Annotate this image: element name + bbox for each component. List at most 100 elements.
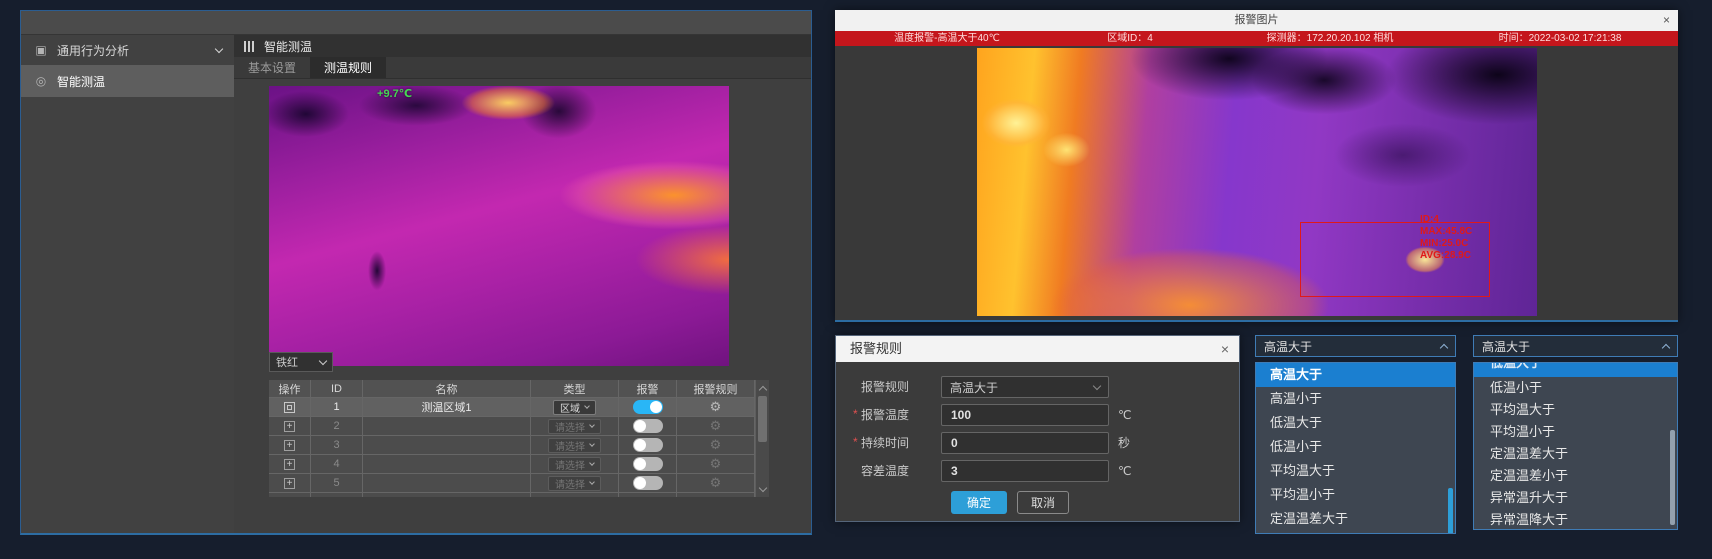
dropdown-option[interactable]: 平均温大于 — [1256, 459, 1455, 483]
alarm-toggle[interactable] — [633, 419, 663, 433]
add-region-icon[interactable]: + — [284, 478, 295, 489]
dropdown-option[interactable]: 平均温大于 — [1474, 399, 1677, 421]
chevron-down-icon — [589, 422, 595, 428]
scroll-down-icon[interactable] — [759, 484, 767, 492]
type-select[interactable]: 区域 — [553, 400, 596, 415]
dropdown-option[interactable]: 平均温小于 — [1256, 483, 1455, 507]
confirm-button[interactable]: 确定 — [951, 491, 1007, 514]
tab-basic-settings[interactable]: 基本设置 — [234, 57, 310, 78]
grid-icon: ▣ — [33, 43, 49, 57]
scrollbar-thumb[interactable] — [1448, 488, 1453, 534]
dropdown-option[interactable]: 定温温差小于 — [1256, 531, 1455, 534]
main-content: 智能测温 基本设置 测温规则 +9.7℃ 铁红 操作 ID — [234, 35, 811, 533]
temp-unit: ℃ — [1118, 404, 1131, 426]
window-toolbar — [21, 11, 811, 35]
col-header-rule: 报警规则 — [677, 380, 755, 398]
dropdown-menu: 低温大于 低温小于 平均温大于 平均温小于 定温温差大于 定温温差小于 异常温升… — [1473, 362, 1678, 530]
sidebar-group-behavior-analysis[interactable]: ▣ 通用行为分析 — [21, 35, 234, 65]
chevron-down-icon — [215, 44, 223, 52]
tolerance-input[interactable] — [941, 460, 1109, 482]
table-scrollbar[interactable] — [755, 380, 769, 497]
tab-thermometry-rules[interactable]: 测温规则 — [310, 57, 386, 78]
col-header-id: ID — [311, 380, 363, 398]
table-header-row: 操作 ID 名称 类型 报警 报警规则 — [269, 380, 755, 398]
banner-alarm-type: 温度报警-高温大于40℃ — [894, 31, 1000, 46]
chevron-down-icon — [584, 403, 590, 409]
alarm-toggle[interactable] — [633, 476, 663, 490]
thermal-preview-image: +9.7℃ — [269, 86, 729, 366]
cancel-button[interactable]: 取消 — [1017, 491, 1069, 514]
gear-icon[interactable]: ⚙ — [710, 418, 722, 434]
alarm-thermal-image: ID:4 MAX:45.8C MIN:25.0C AVG:28.9C — [977, 48, 1537, 316]
alarm-temperature-input[interactable] — [941, 404, 1109, 426]
content-header: 智能测温 — [234, 35, 811, 57]
dropdown-option[interactable]: 高温大于 — [1256, 363, 1455, 387]
scroll-up-icon[interactable] — [759, 386, 767, 394]
chevron-down-icon — [1093, 381, 1101, 389]
gear-icon[interactable]: ⚙ — [710, 456, 722, 472]
close-icon[interactable]: × — [1221, 336, 1229, 362]
sidebar: ▣ 通用行为分析 ◎ 智能测温 — [21, 35, 234, 533]
type-select[interactable]: 请选择 — [548, 438, 601, 453]
dropdown-option[interactable]: 平均温小于 — [1474, 421, 1677, 443]
required-mark: * — [853, 407, 858, 421]
scrollbar-thumb[interactable] — [1670, 430, 1675, 525]
dropdown-option[interactable]: 低温小于 — [1256, 435, 1455, 459]
content-title: 智能测温 — [264, 38, 312, 55]
dropdown-option-partial[interactable]: 低温大于 — [1474, 363, 1677, 377]
dropdown-header[interactable]: 高温大于 — [1473, 335, 1678, 357]
sidebar-item-smart-thermometry[interactable]: ◎ 智能测温 — [21, 65, 234, 97]
alarm-rule-dialog: 报警规则 × 报警规则 高温大于 * 报警温度 ℃ * 持续时间 秒 容差温度 … — [835, 335, 1240, 522]
temp-label: 报警温度 — [861, 404, 909, 426]
add-region-icon[interactable]: + — [284, 440, 295, 451]
roi-avg: AVG:28.9C — [1420, 250, 1472, 262]
left-app-window: ▣ 通用行为分析 ◎ 智能测温 智能测温 基本设置 测温规则 +9.7℃ — [20, 10, 812, 535]
dropdown-value: 高温大于 — [1482, 338, 1530, 355]
duration-input[interactable] — [941, 432, 1109, 454]
roi-id: ID:4 — [1420, 214, 1472, 226]
add-region-icon[interactable]: + — [284, 421, 295, 432]
dropdown-option[interactable]: 低温小于 — [1474, 377, 1677, 399]
dropdown-header[interactable]: 高温大于 — [1255, 335, 1456, 357]
alarm-toggle[interactable] — [633, 457, 663, 471]
tab-bar: 基本设置 测温规则 — [234, 57, 811, 79]
banner-detector: 探测器：172.20.20.102 相机 — [1267, 31, 1394, 46]
dialog-title: 报警图片 — [835, 10, 1678, 31]
type-select[interactable]: 请选择 — [548, 476, 601, 491]
banner-region-id: 区域ID：4 — [1107, 31, 1153, 46]
close-icon[interactable]: × — [1663, 10, 1670, 31]
alarm-toggle[interactable] — [633, 438, 663, 452]
alarm-toggle[interactable] — [633, 400, 663, 414]
palette-select[interactable]: 铁红 — [269, 352, 333, 372]
gear-icon[interactable]: ⚙ — [710, 437, 722, 453]
dropdown-menu: 高温大于 高温小于 低温大于 低温小于 平均温大于 平均温小于 定温温差大于 定… — [1255, 362, 1456, 534]
type-select[interactable]: 请选择 — [548, 457, 601, 472]
gear-icon[interactable]: ⚙ — [710, 475, 722, 491]
dropdown-option[interactable]: 定温温差大于 — [1474, 443, 1677, 465]
panel-handle-icon[interactable] — [244, 41, 254, 52]
screenshot-canvas: ▣ 通用行为分析 ◎ 智能测温 智能测温 基本设置 测温规则 +9.7℃ — [0, 0, 1712, 559]
dropdown-option[interactable]: 定温温差小于 — [1474, 465, 1677, 487]
table-row: + 5 请选择 ⚙ — [269, 474, 755, 493]
dropdown-option[interactable]: 高温小于 — [1256, 387, 1455, 411]
chevron-down-icon — [589, 441, 595, 447]
dropdown-option[interactable]: 定温温差大于 — [1256, 507, 1455, 531]
dropdown-option[interactable]: 低温大于 — [1256, 411, 1455, 435]
rule-dropdown-right: 高温大于 低温大于 低温小于 平均温大于 平均温小于 定温温差大于 定温温差小于… — [1473, 335, 1678, 535]
col-header-alarm: 报警 — [619, 380, 677, 398]
dropdown-option[interactable]: 异常温升大于 — [1474, 487, 1677, 509]
table-row-partial — [269, 493, 755, 497]
scrollbar-thumb[interactable] — [758, 396, 767, 442]
cell-id: 5 — [311, 474, 363, 493]
add-region-icon[interactable]: + — [284, 459, 295, 470]
type-select[interactable]: 请选择 — [548, 419, 601, 434]
roi-min: MIN:25.0C — [1420, 238, 1472, 250]
cell-id: 2 — [311, 417, 363, 436]
dropdown-option[interactable]: 异常温降大于 — [1474, 509, 1677, 530]
gear-icon[interactable]: ⚙ — [710, 399, 722, 415]
rule-select[interactable]: 高温大于 — [941, 376, 1109, 398]
dialog-title: 报警规则 — [836, 336, 1239, 362]
draw-region-icon[interactable] — [284, 402, 295, 413]
sidebar-group-label: 通用行为分析 — [57, 42, 216, 59]
tolerance-label: 容差温度 — [861, 460, 909, 482]
